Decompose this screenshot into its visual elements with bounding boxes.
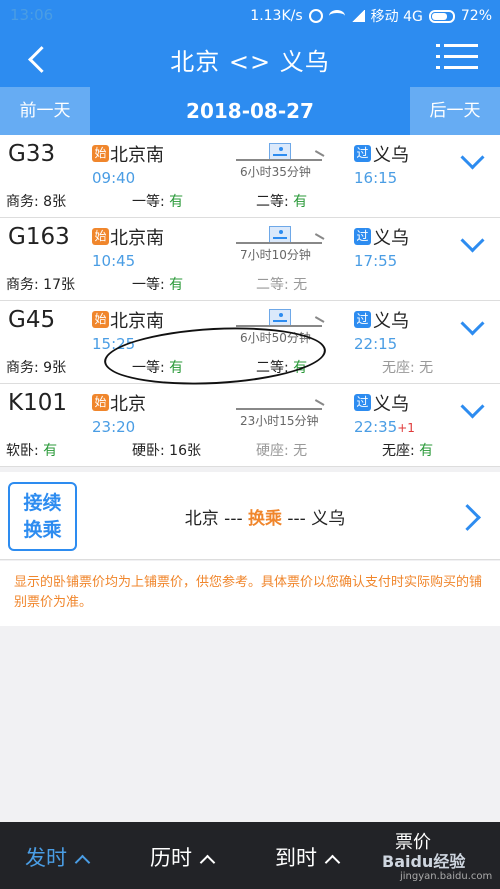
chevron-down-icon[interactable] [458, 149, 486, 169]
prev-day-button[interactable]: 前一天 [0, 87, 90, 135]
next-day-button[interactable]: 后一天 [410, 87, 500, 135]
status-bar: 13:06 1.13K/s 移动 4G 72% [0, 0, 500, 30]
date-bar: 前一天 2018-08-27 后一天 [0, 87, 500, 135]
origin-badge: 始 [92, 228, 109, 245]
train-row[interactable]: K101 始 北京 23:20 23小时15分钟 过 义乌 22:35+1 软卧… [0, 384, 500, 467]
origin-badge: 始 [92, 311, 109, 328]
arrival-station: 义乌 [373, 394, 409, 415]
battery-icon [428, 9, 455, 23]
seat-business: 商务: 8张 [6, 194, 67, 210]
route-arrow: 23小时15分钟 [236, 392, 326, 432]
seat-second-class: 二等: 有 [256, 194, 308, 210]
price-notice: 显示的卧铺票价均为上铺票价，供您参考。具体票价以您确认支付时实际购买的铺别票价为… [0, 561, 500, 626]
page-title: 北京 <> 义乌 [170, 48, 330, 76]
seat-standing: 无座: 无 [382, 360, 434, 376]
train-code: G163 [8, 224, 70, 250]
departure-station: 北京南 [110, 145, 164, 166]
arrival-time: 22:15 [354, 335, 398, 353]
signal-icon [350, 10, 365, 22]
chevron-down-icon[interactable] [458, 398, 486, 418]
pass-badge: 过 [354, 394, 371, 411]
seat-business: 商务: 9张 [6, 360, 67, 376]
chevron-down-icon[interactable] [458, 232, 486, 252]
chevron-right-icon[interactable] [462, 502, 482, 532]
train-code: G33 [8, 141, 56, 167]
menu-icon[interactable] [436, 42, 478, 72]
travel-duration: 6小时35分钟 [240, 165, 311, 179]
arrow-icon [236, 408, 322, 410]
route-arrow: 6小时35分钟 [236, 143, 326, 183]
departure-station: 北京南 [110, 228, 164, 249]
seat-first-class: 一等: 有 [132, 194, 184, 210]
arrow-icon [236, 159, 322, 161]
timetable-icon[interactable] [269, 143, 291, 160]
pass-badge: 过 [354, 311, 371, 328]
train-row[interactable]: G33 始 北京南 09:40 6小时35分钟 过 义乌 16:15 商务: 8… [0, 135, 500, 218]
travel-duration: 7小时10分钟 [240, 248, 311, 262]
status-right: 1.13K/s 移动 4G 72% [250, 6, 492, 26]
watermark-logo: Baidu经验 [382, 852, 466, 871]
departure-time: 23:20 [92, 418, 136, 436]
arrival-time: 16:15 [354, 169, 398, 187]
train-code: K101 [8, 390, 67, 416]
carrier-label: 移动 4G [370, 9, 423, 25]
chevron-up-icon [324, 854, 341, 871]
arrival-time: 22:35+1 [354, 418, 415, 436]
transfer-route-text: 北京 --- 换乘 --- 义乌 [184, 509, 346, 529]
departure-station: 北京南 [110, 311, 164, 332]
seat-soft-sleeper: 软卧: 有 [6, 443, 58, 459]
travel-duration: 23小时15分钟 [240, 414, 319, 428]
sort-arrive-button[interactable]: 到时 [275, 842, 341, 872]
departure-time: 09:40 [92, 169, 136, 187]
alarm-icon [308, 9, 323, 23]
departure-station: 北京 [110, 394, 146, 415]
arrow-icon [236, 242, 322, 244]
seat-business: 商务: 17张 [6, 277, 75, 293]
origin-badge: 始 [92, 145, 109, 162]
timetable-icon[interactable] [269, 226, 291, 243]
sort-depart-button[interactable]: 发时 [25, 842, 91, 872]
sort-duration-button[interactable]: 历时 [150, 842, 216, 872]
train-row[interactable]: G163 始 北京南 10:45 7小时10分钟 过 义乌 17:55 商务: … [0, 218, 500, 301]
arrival-station: 义乌 [373, 311, 409, 332]
chevron-up-icon [74, 854, 91, 871]
watermark-url: jingyan.baidu.com [400, 871, 493, 882]
departure-time: 10:45 [92, 252, 136, 270]
arrival-time: 17:55 [354, 252, 398, 270]
chevron-up-icon [199, 854, 216, 871]
status-time: 13:06 [10, 6, 54, 24]
origin-badge: 始 [92, 394, 109, 411]
seat-standing: 无座: 有 [382, 443, 434, 459]
route-arrow: 7小时10分钟 [236, 226, 326, 266]
train-list: G33 始 北京南 09:40 6小时35分钟 过 义乌 16:15 商务: 8… [0, 135, 500, 467]
pass-badge: 过 [354, 145, 371, 162]
chevron-down-icon[interactable] [458, 315, 486, 335]
battery-level: 72% [460, 8, 492, 24]
transfer-row[interactable]: 接续 换乘 北京 --- 换乘 --- 义乌 [0, 472, 500, 560]
network-speed: 1.13K/s [250, 8, 303, 24]
selected-date[interactable]: 2018-08-27 [90, 87, 410, 135]
timetable-icon[interactable] [269, 309, 291, 326]
transfer-box: 接续 换乘 [8, 482, 77, 551]
train-code: G45 [8, 307, 56, 333]
seat-hard-sleeper: 硬卧: 16张 [132, 443, 201, 459]
nav-bar: 北京 <> 义乌 [0, 30, 500, 87]
seat-hard-seat: 硬座: 无 [256, 443, 308, 459]
arrival-station: 义乌 [373, 228, 409, 249]
pass-badge: 过 [354, 228, 371, 245]
arrival-station: 义乌 [373, 145, 409, 166]
seat-first-class: 一等: 有 [132, 277, 184, 293]
wifi-icon [328, 10, 345, 22]
seat-second-class: 二等: 无 [256, 277, 308, 293]
